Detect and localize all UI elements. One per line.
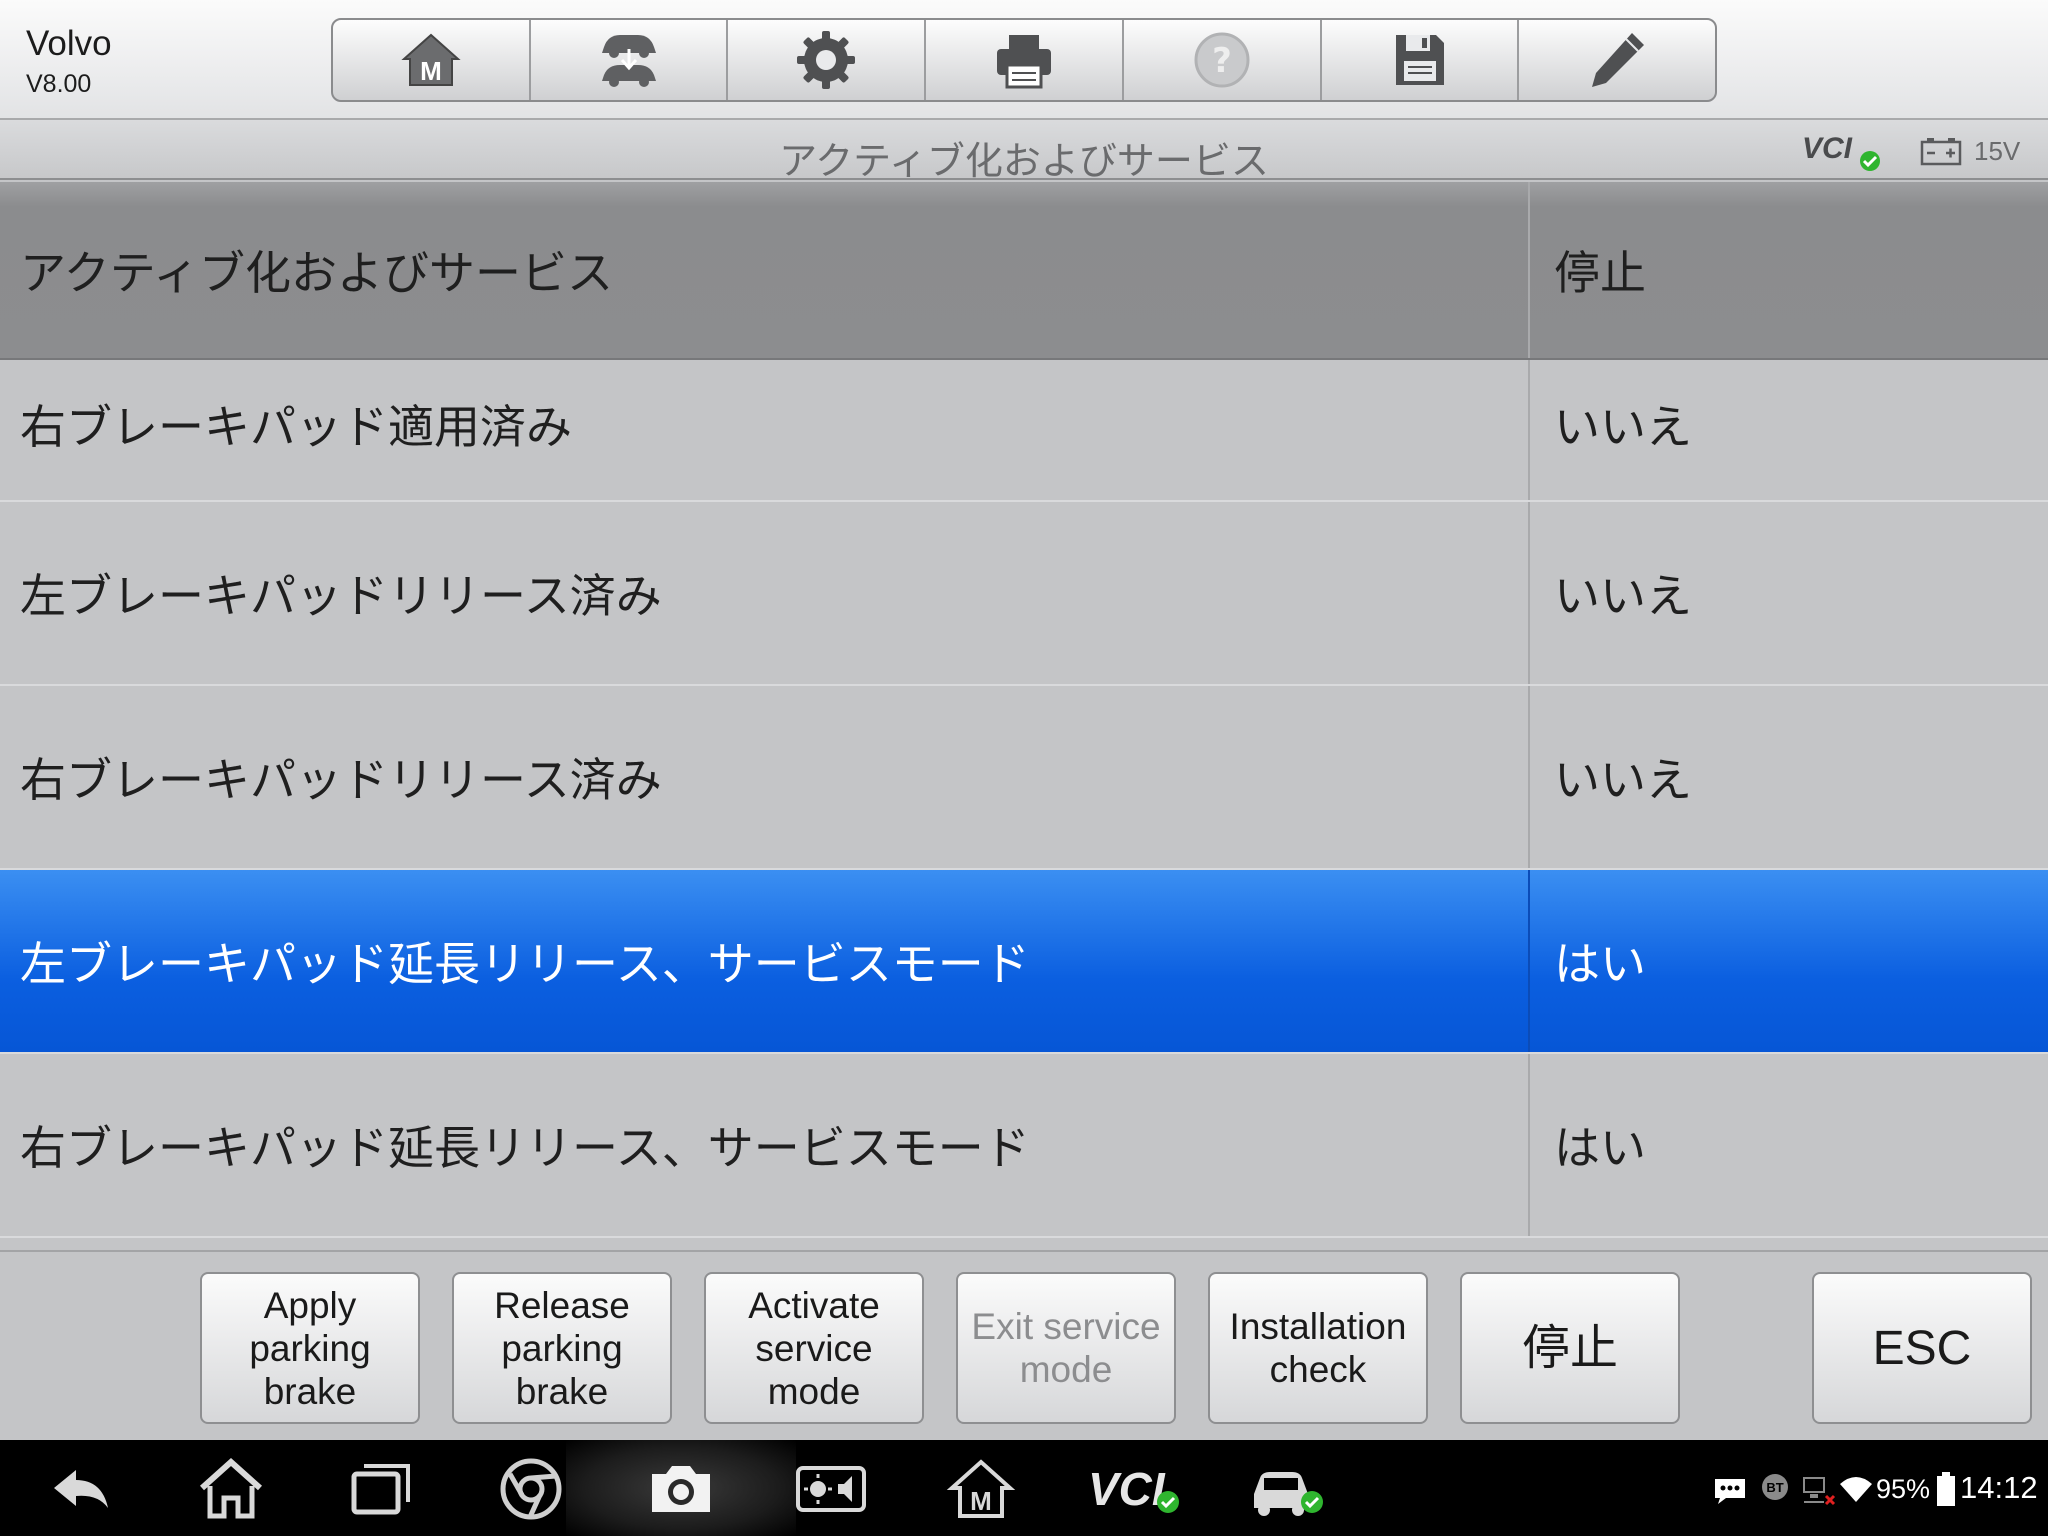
button-label-line: mode: [767, 1370, 861, 1412]
row-value-cell: はい: [1554, 1121, 1646, 1175]
button-label-line: Apply: [263, 1284, 357, 1326]
bt-label: BT: [1766, 1480, 1783, 1495]
back-icon[interactable]: [46, 1454, 116, 1524]
svg-text:M: M: [970, 1486, 992, 1516]
vehicle-swap-icon: [601, 35, 656, 87]
header-value-cell: 停止: [1554, 246, 1646, 300]
button-label-line: Installation: [1229, 1306, 1407, 1347]
button-label-line: Exit service: [971, 1306, 1161, 1347]
table-header-row: アクティブ化およびサービス 停止: [0, 182, 2048, 360]
printer-icon: [997, 35, 1052, 89]
button-label-line: service: [755, 1327, 873, 1369]
vci-status: VCI: [1802, 132, 1853, 165]
vehicle-swap-button[interactable]: [531, 20, 729, 100]
button-label-line: Activate: [748, 1284, 880, 1326]
row-value-cell: いいえ: [1554, 753, 1692, 807]
vci-connected-check-icon: [1157, 1491, 1179, 1513]
button-label-line: parking: [249, 1327, 371, 1369]
maxisys-home-icon[interactable]: M: [946, 1454, 1016, 1524]
table-row[interactable]: 右ブレーキパッド適用済み いいえ: [0, 360, 2048, 502]
app-version: V8.00: [26, 70, 92, 98]
voltage-readout: 15V: [1974, 136, 2021, 166]
recent-apps-icon[interactable]: [346, 1454, 416, 1524]
top-header: Volvo V8.00 M ?: [0, 0, 2048, 120]
header-name-cell: アクティブ化およびサービス: [0, 182, 1530, 358]
wifi-icon: [1840, 1477, 1872, 1502]
button-label-line: brake: [515, 1370, 609, 1412]
data-table: アクティブ化およびサービス 停止 右ブレーキパッド適用済み いいえ 左ブレーキパ…: [0, 182, 2048, 1246]
bluetooth-icon: BT: [1762, 1474, 1788, 1500]
vci-nav-label[interactable]: VCI: [1088, 1462, 1165, 1516]
esc-button[interactable]: ESC: [1812, 1272, 2032, 1424]
row-name-cell: 左ブレーキパッド延長リリース、サービスモード: [0, 870, 1530, 1052]
button-label-line: parking: [501, 1327, 623, 1369]
button-label-line: check: [1269, 1349, 1367, 1390]
button-label-line: brake: [263, 1370, 357, 1412]
vehicle-connected-check-icon: [1301, 1491, 1323, 1513]
print-button[interactable]: [926, 20, 1124, 100]
home-m-icon: M: [401, 33, 461, 86]
page-title: アクティブ化およびサービス: [779, 139, 1269, 183]
camera-icon[interactable]: [646, 1454, 716, 1524]
activate-service-mode-button[interactable]: Activate service mode: [704, 1272, 924, 1424]
row-name-cell: 左ブレーキパッドリリース済み: [0, 502, 1530, 684]
exit-service-mode-button[interactable]: Exit service mode: [956, 1272, 1176, 1424]
battery-percent: 95%: [1876, 1474, 1931, 1504]
connected-check-icon: [1860, 151, 1880, 171]
table-row[interactable]: 左ブレーキパッドリリース済み いいえ: [0, 502, 2048, 686]
pencil-icon: [1592, 33, 1645, 87]
clock: 14:12: [1960, 1470, 2038, 1505]
home-button[interactable]: M: [333, 20, 531, 100]
button-label-line: Release: [494, 1284, 630, 1326]
apply-parking-brake-button[interactable]: Apply parking brake: [200, 1272, 420, 1424]
help-button[interactable]: ?: [1124, 20, 1322, 100]
table-row[interactable]: 右ブレーキパッドリリース済み いいえ: [0, 686, 2048, 870]
battery-icon: [1920, 138, 1962, 166]
message-icon: [1715, 1479, 1745, 1504]
svg-text:?: ?: [1212, 41, 1232, 81]
edit-button[interactable]: [1519, 20, 1715, 100]
title-bar: アクティブ化およびサービス VCI 15V: [0, 120, 2048, 183]
installation-check-button[interactable]: Installation check: [1208, 1272, 1428, 1424]
release-parking-brake-button[interactable]: Release parking brake: [452, 1272, 672, 1424]
network-disconnected-icon: [1803, 1477, 1836, 1506]
row-value-cell: はい: [1554, 937, 1646, 991]
app-name: Volvo: [26, 24, 112, 63]
table-row-selected[interactable]: 左ブレーキパッド延長リリース、サービスモード はい: [0, 870, 2048, 1054]
stop-button[interactable]: 停止: [1460, 1272, 1680, 1424]
save-icon: [1396, 35, 1445, 85]
save-button[interactable]: [1322, 20, 1520, 100]
action-bar: Apply parking brake Release parking brak…: [0, 1250, 2048, 1440]
chrome-icon[interactable]: [496, 1454, 566, 1524]
row-value-cell: いいえ: [1554, 569, 1692, 623]
brightness-volume-icon[interactable]: [796, 1454, 866, 1524]
device-battery-icon: [1937, 1472, 1955, 1506]
settings-button[interactable]: [728, 20, 927, 100]
row-value-cell: いいえ: [1554, 400, 1692, 454]
gear-icon: [797, 31, 856, 89]
row-name-cell: 右ブレーキパッドリリース済み: [0, 686, 1530, 868]
help-icon: ?: [1194, 32, 1250, 88]
table-row[interactable]: 右ブレーキパッド延長リリース、サービスモード はい: [0, 1054, 2048, 1238]
main-toolbar: M ?: [331, 18, 1717, 102]
row-name-cell: 右ブレーキパッド延長リリース、サービスモード: [0, 1054, 1530, 1236]
home-icon[interactable]: [196, 1454, 266, 1524]
row-name-cell: 右ブレーキパッド適用済み: [0, 360, 1530, 500]
svg-text:M: M: [420, 56, 442, 86]
button-label-line: mode: [1019, 1349, 1113, 1390]
